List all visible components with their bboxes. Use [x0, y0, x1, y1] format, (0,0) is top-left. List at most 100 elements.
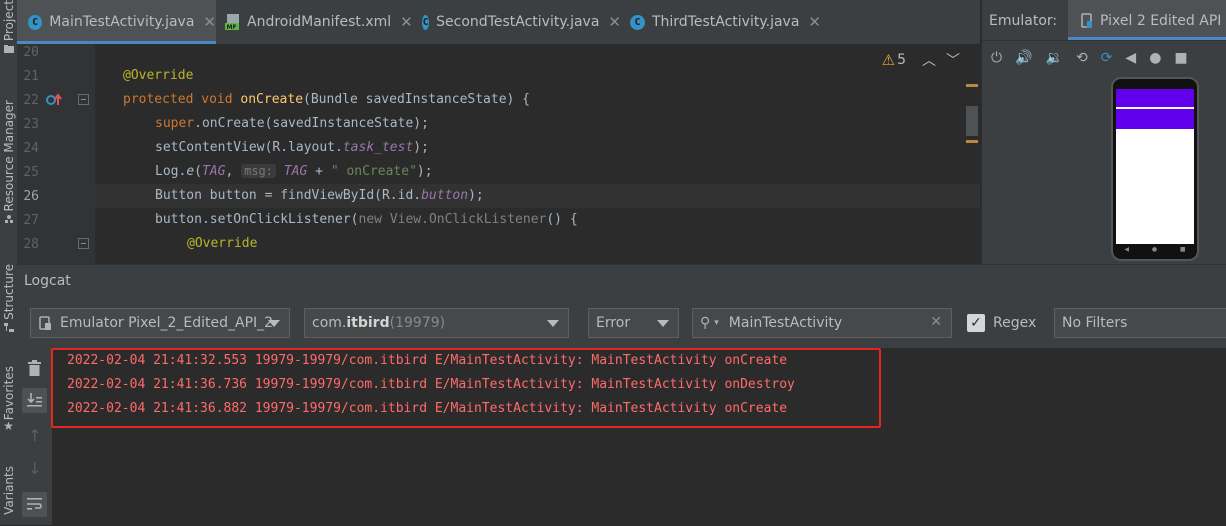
override-method-icon[interactable] — [46, 93, 64, 107]
resource-icon — [4, 215, 13, 224]
rotate-right-icon[interactable]: ⟳ — [1101, 50, 1113, 66]
emulator-toolbar: ⏻ 🔊 🔉 ⟲ ⟳ ◀ ● ■ — [982, 41, 1226, 75]
soft-wrap-button[interactable] — [22, 492, 47, 517]
filter-config-dropdown[interactable]: No Filters — [1054, 308, 1226, 338]
device-screen[interactable] — [1116, 89, 1194, 244]
tool-tab-favorites[interactable]: Favorites ★ — [0, 366, 17, 446]
tool-window-strip: Project Resource Manager Structure Favor… — [0, 0, 18, 525]
fold-icon[interactable] — [78, 94, 89, 105]
scroll-to-end-button[interactable] — [22, 388, 47, 413]
regex-checkbox[interactable]: ✓ — [967, 314, 985, 332]
logcat-title: Logcat — [24, 273, 71, 289]
emulator-device-tab[interactable]: Pixel 2 Edited API 2 — [1068, 0, 1226, 40]
search-input[interactable]: ⚲ ▾ MainTestActivity ✕ — [692, 308, 952, 338]
volume-down-icon[interactable]: 🔉 — [1046, 50, 1063, 66]
next-highlight-icon[interactable]: ﹀ — [946, 50, 960, 70]
tab-label: SecondTestActivity.java — [436, 14, 600, 30]
editor-scrollbar-thumb[interactable] — [966, 106, 978, 136]
tool-tab-favorites-label: Favorites — [1, 366, 16, 421]
power-icon[interactable]: ⏻ — [991, 50, 1002, 66]
folder-icon — [3, 45, 14, 54]
close-icon[interactable]: ✕ — [203, 13, 216, 31]
tab-main-test-activity[interactable]: C MainTestActivity.java ✕ — [17, 0, 216, 44]
log-level-dropdown[interactable]: Error — [588, 308, 679, 338]
device-dropdown[interactable]: Emulator Pixel_2_Edited_API_2 — [30, 308, 290, 338]
down-arrow-icon[interactable]: ↓ — [28, 459, 41, 478]
close-icon[interactable]: ✕ — [808, 13, 821, 31]
chevron-down-icon — [268, 320, 280, 327]
home-icon[interactable]: ● — [1149, 50, 1161, 66]
close-icon[interactable]: ✕ — [400, 13, 413, 31]
chevron-down-icon — [657, 320, 669, 327]
previous-highlight-icon[interactable]: ︿ — [922, 50, 936, 70]
line-number: 20 — [23, 45, 39, 60]
device-frame: ◀ ● ■ — [1111, 77, 1199, 261]
inspection-widget[interactable]: ⚠ 5 ︿ ﹀ — [882, 50, 960, 70]
code-line-26: Button button = findViewById(R.id.button… — [155, 188, 484, 203]
active-tab-indicator — [1068, 37, 1226, 40]
scroll-marker — [966, 84, 978, 87]
line-number: 21 — [23, 69, 39, 84]
tab-second-test-activity[interactable]: C SecondTestActivity.java ✕ — [413, 0, 621, 44]
search-dropdown-icon: ▾ — [714, 318, 719, 328]
device-icon — [1081, 13, 1092, 28]
soft-wrap-icon — [27, 498, 42, 510]
java-class-icon: C — [28, 14, 43, 30]
code-line-28: @Override — [187, 236, 258, 251]
close-icon[interactable]: ✕ — [608, 13, 621, 31]
line-number: 27 — [23, 213, 39, 228]
code-line-23: super.onCreate(savedInstanceState); — [155, 116, 429, 131]
device-nav-bar: ◀ ● ■ — [1124, 246, 1186, 253]
tool-tab-resource-manager[interactable]: Resource Manager — [0, 100, 17, 240]
back-icon[interactable]: ◀ — [1125, 50, 1136, 66]
device-tab-label: Pixel 2 Edited API 2 — [1100, 13, 1226, 29]
trash-icon[interactable] — [27, 360, 42, 376]
tab-third-test-activity[interactable]: C ThirdTestActivity.java ✕ — [621, 0, 821, 44]
filter-config-value: No Filters — [1062, 315, 1128, 331]
java-class-icon: C — [422, 14, 430, 30]
line-number: 25 — [23, 165, 39, 180]
code-line-24: setContentView(R.layout.task_test); — [155, 140, 429, 155]
scroll-to-end-icon — [27, 393, 42, 407]
tool-tab-build-variants[interactable]: Variants — [0, 466, 17, 526]
manifest-icon: MF — [225, 13, 241, 31]
tool-tab-resource-manager-label: Resource Manager — [1, 100, 16, 212]
tool-tab-project[interactable]: Project — [0, 0, 17, 74]
process-pid: (19979) — [389, 315, 446, 331]
star-icon: ★ — [3, 419, 14, 434]
tool-tab-project-label: Project — [1, 0, 16, 42]
tab-label: AndroidManifest.xml — [247, 14, 392, 30]
log-level-value: Error — [596, 315, 631, 331]
emulator-header: Emulator: Pixel 2 Edited API 2 — [982, 0, 1226, 41]
java-class-icon: C — [630, 14, 645, 30]
logcat-toolbar: ↑ ↓ — [17, 348, 52, 525]
line-number: 26 — [23, 189, 39, 204]
svg-text:MF: MF — [227, 24, 237, 31]
tool-tab-structure[interactable]: Structure — [0, 264, 17, 344]
logcat-header: Logcat — [17, 264, 1226, 300]
clear-icon[interactable]: ✕ — [930, 314, 942, 330]
emulator-label: Emulator: — [989, 13, 1058, 29]
code-editor[interactable]: 20 21 22 23 24 25 26 27 28 @Override pro… — [17, 44, 980, 264]
fold-icon[interactable] — [78, 238, 89, 249]
up-arrow-icon[interactable]: ↑ — [28, 426, 41, 445]
chevron-down-icon — [547, 320, 559, 327]
search-icon: ⚲ — [700, 315, 711, 331]
structure-icon — [3, 322, 14, 332]
tool-tab-structure-label: Structure — [1, 264, 16, 320]
line-number: 22 — [23, 93, 39, 108]
process-name-bold: itbird — [346, 315, 390, 331]
search-input-value: MainTestActivity — [728, 315, 843, 331]
device-icon — [39, 316, 51, 330]
line-number: 28 — [23, 237, 39, 252]
regex-label: Regex — [993, 315, 1037, 331]
overview-icon[interactable]: ■ — [1174, 50, 1187, 66]
line-number: 24 — [23, 141, 39, 156]
process-dropdown[interactable]: com. itbird (19979) — [304, 308, 569, 338]
app-button[interactable] — [1116, 109, 1194, 129]
tab-android-manifest[interactable]: MF AndroidManifest.xml ✕ — [216, 0, 413, 44]
code-line-22: protected void onCreate(Bundle savedInst… — [123, 92, 531, 107]
rotate-left-icon[interactable]: ⟲ — [1076, 50, 1088, 66]
volume-up-icon[interactable]: 🔊 — [1015, 50, 1032, 66]
code-line-27: button.setOnClickListener(new View.OnCli… — [155, 212, 578, 227]
